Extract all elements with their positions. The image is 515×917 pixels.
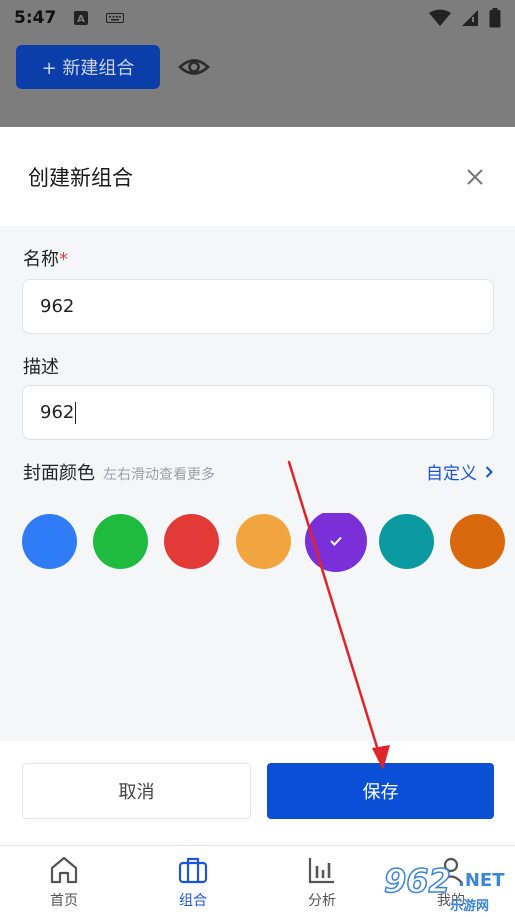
color-swatch[interactable] — [379, 514, 434, 569]
color-swatch[interactable] — [305, 513, 367, 572]
nav-label-analysis: 分析 — [308, 893, 336, 909]
watermark-logo: 962 .NET 乐游网 — [378, 861, 515, 914]
cover-color-row: 封面颜色 左右滑动查看更多 自定义 — [23, 459, 493, 485]
save-label: 保存 — [362, 782, 399, 803]
name-input[interactable]: 962 — [22, 279, 494, 334]
eye-icon[interactable] — [178, 52, 210, 82]
new-group-button[interactable]: + 新建组合 — [16, 45, 160, 89]
create-group-sheet: 创建新组合 名称* 962 描述 962 封面颜色 左右滑动查看更多 自定义 — [0, 127, 515, 845]
battery-icon — [489, 8, 501, 28]
new-group-label: + 新建组合 — [41, 58, 135, 79]
nav-item-analysis[interactable]: 分析 — [282, 854, 362, 910]
name-label-text: 名称 — [23, 249, 59, 270]
home-icon — [50, 856, 78, 884]
description-input-value: 962 — [40, 402, 75, 423]
color-swatch[interactable] — [164, 514, 219, 569]
color-swatch-list[interactable] — [22, 513, 515, 573]
sheet-title: 创建新组合 — [28, 165, 133, 190]
svg-text:A: A — [77, 14, 85, 25]
status-time: 5:47 — [14, 8, 57, 28]
name-input-value: 962 — [40, 296, 75, 317]
nav-item-home[interactable]: 首页 — [24, 854, 104, 910]
name-label: 名称* — [23, 245, 68, 271]
color-swatch[interactable] — [236, 514, 291, 569]
bar-chart-icon — [308, 858, 334, 884]
keyboard-icon — [106, 13, 125, 23]
chevron-right-icon — [485, 465, 493, 478]
custom-color-label: 自定义 — [426, 464, 477, 484]
nav-label-home: 首页 — [50, 893, 78, 909]
status-bar: 5:47 A — [0, 0, 515, 36]
color-swatch[interactable] — [93, 514, 148, 569]
font-a-icon: A — [74, 11, 89, 25]
save-button[interactable]: 保存 — [267, 763, 494, 819]
sheet-footer: 取消 保存 — [0, 741, 515, 845]
cancel-button[interactable]: 取消 — [22, 763, 251, 819]
watermark-suffix: .NET — [458, 870, 505, 891]
check-icon — [330, 536, 342, 546]
description-input[interactable]: 962 — [22, 385, 494, 440]
nav-item-group[interactable]: 组合 — [153, 854, 233, 910]
text-caret — [75, 402, 77, 424]
wifi-icon — [429, 9, 451, 26]
cover-color-label: 封面颜色 — [23, 463, 95, 484]
custom-color-link[interactable]: 自定义 — [426, 459, 493, 484]
nav-label-group: 组合 — [179, 893, 207, 909]
color-swatch[interactable] — [22, 514, 77, 569]
required-mark: * — [59, 249, 68, 270]
color-swatch[interactable] — [450, 514, 505, 569]
close-icon — [467, 168, 483, 185]
watermark-brand: 962 — [383, 861, 451, 901]
close-button[interactable] — [463, 165, 487, 189]
cancel-label: 取消 — [118, 782, 155, 803]
briefcase-icon — [178, 857, 208, 884]
signal-icon — [462, 10, 478, 26]
sheet-header: 创建新组合 — [0, 127, 515, 226]
cover-color-hint: 左右滑动查看更多 — [103, 467, 215, 483]
watermark-sub: 乐游网 — [450, 899, 490, 914]
description-label: 描述 — [23, 357, 59, 378]
